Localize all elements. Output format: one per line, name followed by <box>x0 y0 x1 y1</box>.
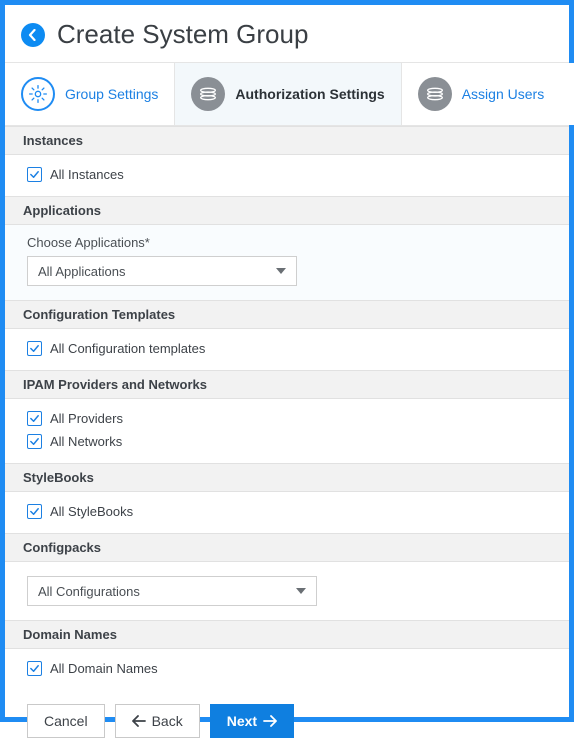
section-body-config-templates: All Configuration templates <box>5 329 569 370</box>
section-header-configpacks: Configpacks <box>5 533 569 562</box>
next-button[interactable]: Next <box>210 704 294 738</box>
checkbox-all-providers[interactable]: All Providers <box>27 407 547 430</box>
choose-applications-label: Choose Applications* <box>27 235 547 250</box>
button-label: Next <box>227 713 257 729</box>
checkbox-label: All Domain Names <box>50 661 158 676</box>
checkbox-label: All Providers <box>50 411 123 426</box>
chevron-down-icon <box>276 268 286 274</box>
section-body-instances: All Instances <box>5 155 569 196</box>
checkbox-icon <box>27 411 42 426</box>
checkbox-all-config-templates[interactable]: All Configuration templates <box>27 337 547 360</box>
section-header-instances: Instances <box>5 126 569 155</box>
page-header: Create System Group <box>5 5 569 62</box>
tab-group-settings[interactable]: Group Settings <box>5 63 175 125</box>
section-header-config-templates: Configuration Templates <box>5 300 569 329</box>
cancel-button[interactable]: Cancel <box>27 704 105 738</box>
back-button[interactable]: Back <box>115 704 200 738</box>
applications-select[interactable]: All Applications <box>27 256 297 286</box>
stack-icon <box>191 77 225 111</box>
checkbox-all-networks[interactable]: All Networks <box>27 430 547 453</box>
checkbox-label: All StyleBooks <box>50 504 133 519</box>
tab-label: Authorization Settings <box>235 86 384 102</box>
checkbox-icon <box>27 341 42 356</box>
section-body-domain-names: All Domain Names <box>5 649 569 690</box>
tab-assign-users[interactable]: Assign Users <box>402 63 560 125</box>
chevron-down-icon <box>296 588 306 594</box>
section-body-stylebooks: All StyleBooks <box>5 492 569 533</box>
stack-icon <box>418 77 452 111</box>
tab-label: Group Settings <box>65 86 158 102</box>
select-value: All Applications <box>38 264 125 279</box>
arrow-left-icon <box>132 715 146 727</box>
footer: Cancel Back Next <box>5 690 569 752</box>
section-header-applications: Applications <box>5 196 569 225</box>
checkbox-icon <box>27 504 42 519</box>
configpacks-select[interactable]: All Configurations <box>27 576 317 606</box>
arrow-left-icon <box>27 29 39 41</box>
checkbox-label: All Networks <box>50 434 122 449</box>
back-icon-button[interactable] <box>21 23 45 47</box>
button-label: Back <box>152 713 183 729</box>
checkbox-all-domain-names[interactable]: All Domain Names <box>27 657 547 680</box>
section-body-configpacks: All Configurations <box>5 562 569 620</box>
section-header-stylebooks: StyleBooks <box>5 463 569 492</box>
checkbox-icon <box>27 167 42 182</box>
tab-spacer <box>560 63 574 125</box>
checkbox-label: All Configuration templates <box>50 341 205 356</box>
checkbox-all-instances[interactable]: All Instances <box>27 163 547 186</box>
section-header-domain-names: Domain Names <box>5 620 569 649</box>
tab-authorization-settings[interactable]: Authorization Settings <box>175 63 401 125</box>
section-body-ipam: All Providers All Networks <box>5 399 569 463</box>
checkbox-all-stylebooks[interactable]: All StyleBooks <box>27 500 547 523</box>
checkbox-icon <box>27 661 42 676</box>
tabs-container: Group Settings Authorization Settings As… <box>5 62 569 126</box>
checkbox-icon <box>27 434 42 449</box>
checkbox-label: All Instances <box>50 167 124 182</box>
arrow-right-icon <box>263 715 277 727</box>
button-label: Cancel <box>44 713 88 729</box>
section-header-ipam: IPAM Providers and Networks <box>5 370 569 399</box>
content: Instances All Instances Applications Cho… <box>5 126 569 690</box>
select-value: All Configurations <box>38 584 140 599</box>
gear-icon <box>21 77 55 111</box>
tab-label: Assign Users <box>462 86 544 102</box>
page-title: Create System Group <box>57 19 308 50</box>
section-body-applications: Choose Applications* All Applications <box>5 225 569 300</box>
